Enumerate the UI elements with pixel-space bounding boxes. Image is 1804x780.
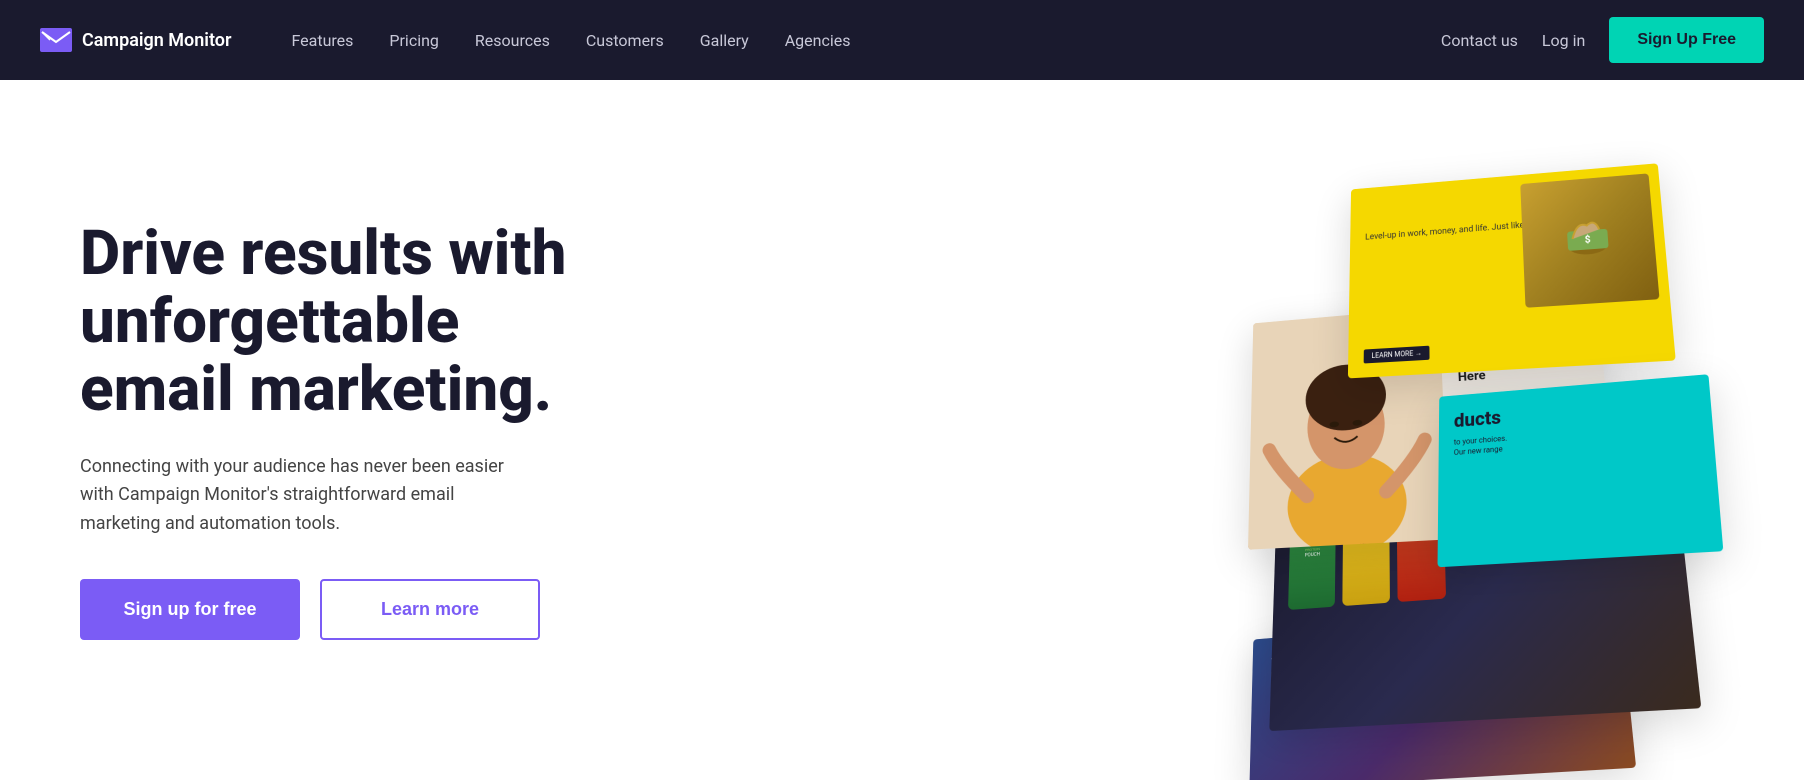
hero-headline: Drive results with unforgettable email m… [80, 220, 580, 425]
logo-text: Campaign Monitor [82, 30, 231, 51]
nav-item-features[interactable]: Features [291, 31, 353, 50]
money-icon: $ [1556, 209, 1620, 271]
signup-button[interactable]: Sign Up Free [1609, 17, 1764, 63]
hero-subtext: Connecting with your audience has never … [80, 453, 510, 539]
hero-learnmore-button[interactable]: Learn more [320, 579, 540, 640]
logo-icon [40, 28, 72, 52]
hero-section: Drive results with unforgettable email m… [0, 80, 1804, 780]
contact-link[interactable]: Contact us [1441, 31, 1518, 50]
navigation: Campaign Monitor Features Pricing Resour… [0, 0, 1804, 80]
card-yellow-cta: LEARN MORE → [1364, 346, 1430, 364]
logo[interactable]: Campaign Monitor [40, 28, 231, 52]
nav-item-agencies[interactable]: Agencies [785, 31, 851, 50]
email-template-card-1: girlboss Level-up in work, money, and li… [1348, 163, 1676, 378]
nav-links: Features Pricing Resources Customers Gal… [291, 31, 1440, 50]
login-link[interactable]: Log in [1542, 31, 1585, 50]
nav-item-resources[interactable]: Resources [475, 31, 550, 50]
hero-image-collage: girlboss Level-up in work, money, and li… [620, 140, 1744, 720]
hero-signup-button[interactable]: Sign up for free [80, 579, 300, 640]
card-yellow-image: $ [1520, 173, 1659, 307]
email-template-card-3: ducts to your choices.Our new range [1438, 374, 1724, 567]
hero-buttons: Sign up for free Learn more [80, 579, 580, 640]
nav-item-gallery[interactable]: Gallery [700, 31, 749, 50]
nav-right: Contact us Log in Sign Up Free [1441, 17, 1764, 63]
hero-content: Drive results with unforgettable email m… [80, 220, 580, 640]
nav-item-customers[interactable]: Customers [586, 31, 664, 50]
nav-item-pricing[interactable]: Pricing [389, 31, 439, 50]
